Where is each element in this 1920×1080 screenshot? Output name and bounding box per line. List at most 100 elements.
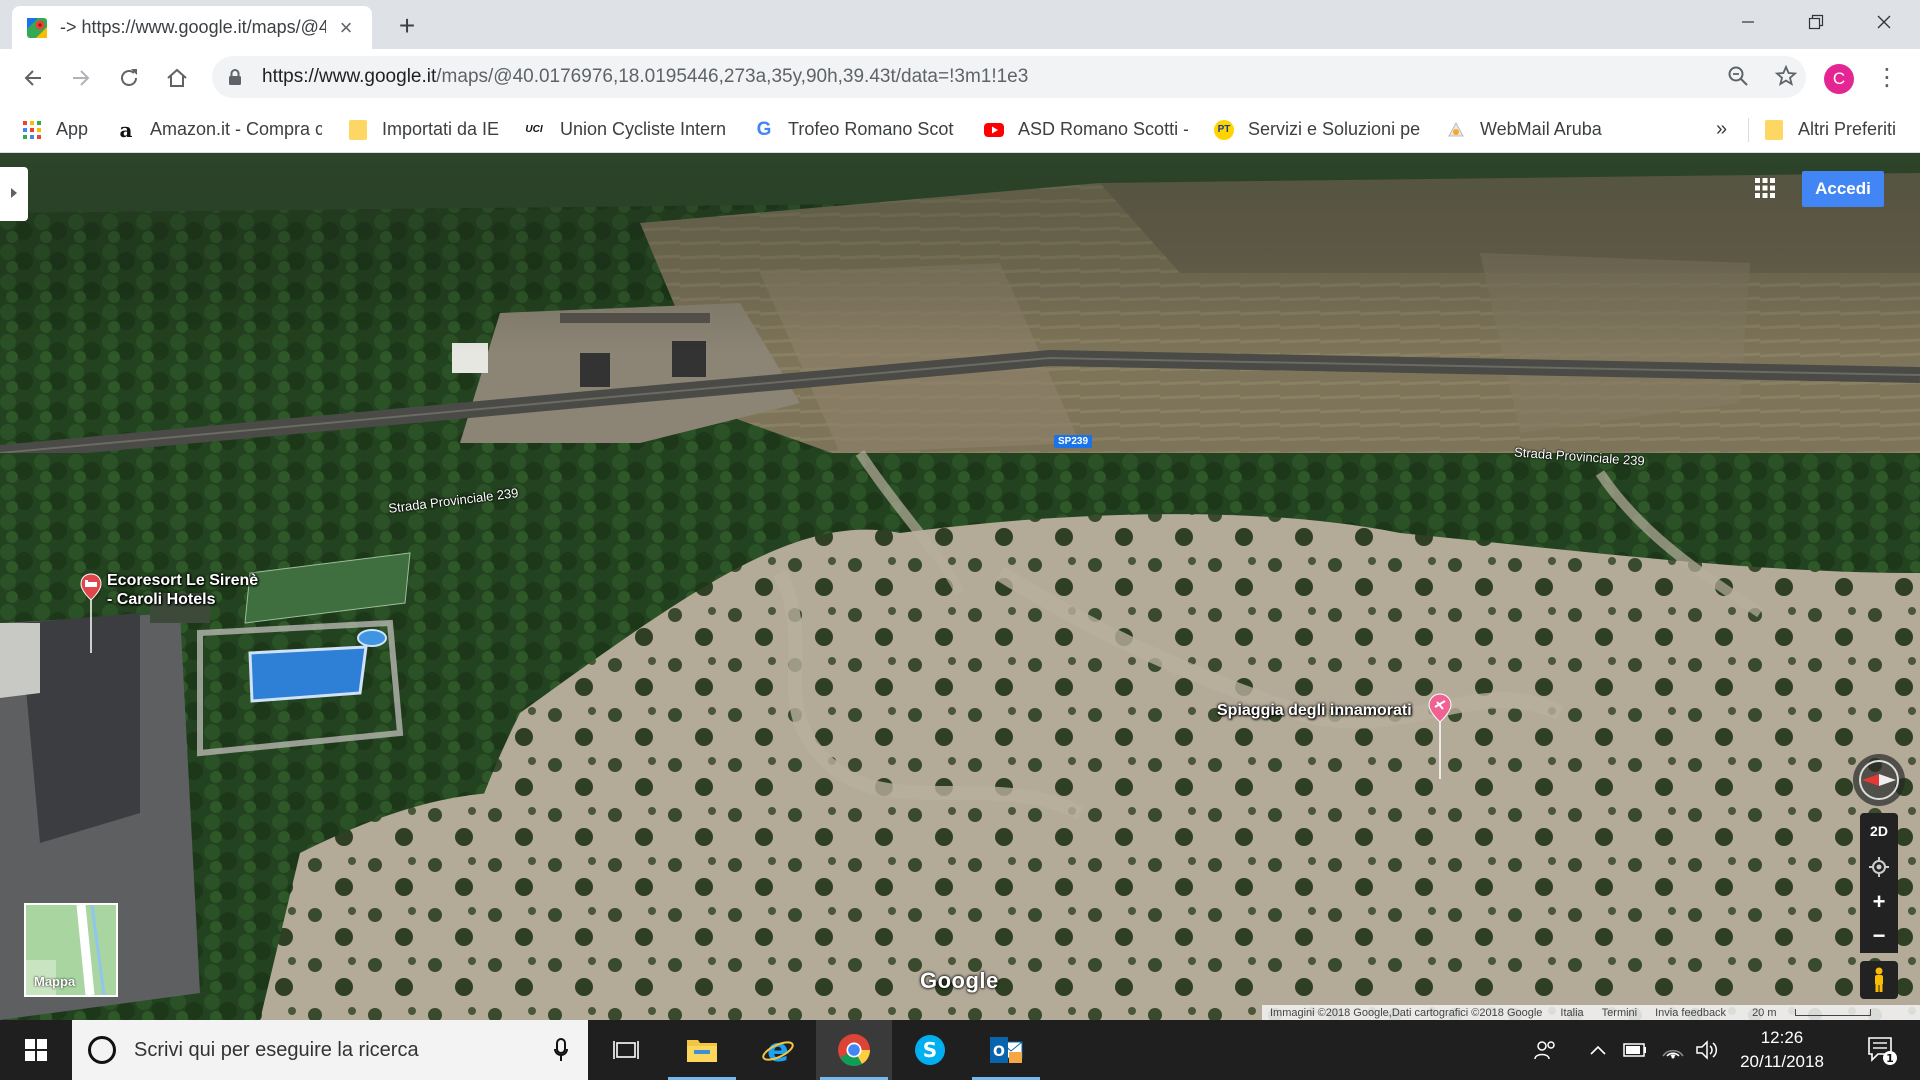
scale-label: 20 m: [1752, 1006, 1777, 1019]
chrome-menu-icon[interactable]: ⋮: [1872, 61, 1902, 95]
beach-label[interactable]: Spiaggia degli innamorati: [1217, 701, 1412, 720]
hotel-label-line2[interactable]: - Caroli Hotels: [107, 590, 215, 609]
back-button[interactable]: [16, 61, 50, 95]
compass-icon[interactable]: [1852, 753, 1906, 807]
terms-link[interactable]: Termini: [1602, 1007, 1637, 1019]
side-panel-toggle[interactable]: [0, 167, 28, 221]
uci-icon: UCI: [525, 124, 543, 135]
restore-icon: [1808, 14, 1824, 30]
bookmark-label: App: [56, 119, 89, 139]
beach-pin-icon[interactable]: [1428, 693, 1452, 779]
task-view-button[interactable]: [588, 1020, 664, 1080]
my-location-button[interactable]: [1860, 849, 1898, 885]
network-button[interactable]: [1658, 1020, 1688, 1080]
scale-line: [1794, 1008, 1871, 1016]
bookmark-servizi[interactable]: PT Servizi e Soluzioni pe: [1214, 106, 1420, 153]
zoom-out-button[interactable]: −: [1860, 919, 1898, 953]
view-2d-button[interactable]: 2D: [1860, 813, 1898, 849]
speaker-icon: [1696, 1040, 1718, 1060]
chevron-up-icon: [1590, 1045, 1606, 1055]
chrome-icon: [838, 1034, 871, 1067]
battery-icon: [1623, 1043, 1646, 1057]
bookmarks-overflow-button[interactable]: »: [1716, 106, 1738, 153]
minimap-label: Mappa: [34, 974, 76, 989]
tab-google-maps[interactable]: -> https://www.google.it/maps/@40.017697…: [12, 6, 372, 49]
taskbar-file-explorer[interactable]: [664, 1020, 740, 1080]
notification-count: 1: [1886, 1052, 1894, 1065]
forward-button[interactable]: [64, 61, 98, 95]
file-explorer-icon: [687, 1040, 717, 1062]
home-icon: [167, 68, 187, 87]
taskbar-search[interactable]: Scrivi qui per eseguire la ricerca: [72, 1020, 588, 1080]
volume-button[interactable]: [1692, 1020, 1722, 1080]
map-footer: Immagini ©2018 Google,Dati cartografici …: [1262, 1005, 1920, 1020]
microphone-icon[interactable]: [554, 1038, 568, 1062]
address-bar[interactable]: https://www.google.it/maps/@40.0176976,1…: [212, 56, 1806, 98]
bookmark-aruba[interactable]: WebMail Aruba: [1446, 106, 1616, 153]
bookmark-folder-ie[interactable]: Importati da IE: [348, 106, 506, 153]
url-text[interactable]: https://www.google.it/maps/@40.0176976,1…: [262, 56, 1028, 98]
bookmark-uci[interactable]: UCI Union Cycliste Interna: [522, 106, 726, 153]
taskbar-outlook[interactable]: O: [968, 1020, 1044, 1080]
tab-strip: -> https://www.google.it/maps/@40.017697…: [0, 0, 1920, 49]
satellite-map-canvas[interactable]: Accedi Strada Provinciale 239 Strada Pro…: [0, 153, 1920, 1020]
zoom-icon[interactable]: [1726, 65, 1750, 89]
new-tab-button[interactable]: +: [392, 12, 422, 42]
close-window-button[interactable]: [1852, 0, 1916, 44]
system-clock[interactable]: 12:26 20/11/2018: [1722, 1020, 1842, 1080]
home-button[interactable]: [160, 61, 194, 95]
bookmark-other-folder[interactable]: Altri Preferiti: [1764, 106, 1920, 153]
apps-grid-icon: [23, 120, 41, 139]
hotel-pin-icon[interactable]: [80, 573, 102, 653]
taskbar-skype[interactable]: S: [892, 1020, 968, 1080]
country-link[interactable]: Italia: [1560, 1007, 1583, 1019]
bookmark-asd[interactable]: ASD Romano Scotti -: [984, 106, 1188, 153]
lock-icon[interactable]: [228, 69, 242, 85]
restore-button[interactable]: [1784, 0, 1848, 44]
signin-button[interactable]: Accedi: [1802, 171, 1884, 207]
zoom-in-button[interactable]: +: [1860, 885, 1898, 919]
tab-title: -> https://www.google.it/maps/@40.017697…: [60, 17, 326, 37]
pt-icon: PT: [1214, 119, 1234, 140]
show-hidden-icons-button[interactable]: [1586, 1020, 1610, 1080]
folder-icon: [1764, 119, 1784, 140]
google-apps-icon[interactable]: [1752, 175, 1778, 201]
bookmark-amazon[interactable]: a Amazon.it - Compra c: [116, 106, 322, 153]
cortana-icon: [88, 1036, 116, 1064]
minimize-button[interactable]: [1716, 0, 1780, 44]
start-button[interactable]: [0, 1020, 72, 1080]
action-center-button[interactable]: 1: [1852, 1020, 1912, 1080]
amazon-icon: a: [119, 117, 133, 142]
street-view-pegman-button[interactable]: [1860, 961, 1898, 999]
bookmark-label: Amazon.it - Compra c: [150, 119, 322, 139]
bookmark-trofeo[interactable]: G Trofeo Romano Scotti: [754, 106, 954, 153]
bookmark-label: Trofeo Romano Scotti: [788, 119, 954, 139]
url-tld: it: [426, 66, 437, 87]
profile-avatar[interactable]: C: [1824, 64, 1854, 94]
feedback-link[interactable]: Invia feedback: [1655, 1007, 1726, 1019]
taskbar-internet-explorer[interactable]: e: [740, 1020, 816, 1080]
bookmark-label: ASD Romano Scotti -: [1018, 119, 1188, 139]
clock-time: 12:26: [1760, 1028, 1804, 1047]
task-view-icon: [613, 1041, 639, 1059]
map-type-toggle[interactable]: Mappa: [24, 903, 118, 997]
scale-bar[interactable]: 20 m: [1744, 1007, 1880, 1019]
bookmark-app[interactable]: App: [22, 106, 102, 153]
satellite-imagery[interactable]: [0, 153, 1920, 1020]
url-path: /maps/@40.0176976,18.0195446,273a,35y,90…: [436, 66, 1029, 87]
hotel-label-line1[interactable]: Ecoresort Le Sirenè: [107, 571, 258, 590]
reload-button[interactable]: [112, 61, 146, 95]
bookmark-label: Altri Preferiti: [1798, 119, 1897, 139]
battery-button[interactable]: [1620, 1020, 1650, 1080]
folder-icon: [348, 119, 368, 140]
windows-taskbar: Scrivi qui per eseguire la ricerca e S O…: [0, 1020, 1920, 1080]
reload-icon: [121, 69, 137, 86]
url-host: https://www.google.: [262, 66, 427, 87]
bookmark-star-icon[interactable]: [1774, 64, 1798, 89]
arrow-left-icon: [24, 70, 41, 86]
people-button[interactable]: [1530, 1020, 1560, 1080]
bookmark-label: WebMail Aruba: [1480, 119, 1602, 139]
tab-close-icon[interactable]: ×: [334, 15, 358, 40]
taskbar-chrome[interactable]: [816, 1020, 892, 1080]
road-shield: SP239: [1054, 435, 1093, 448]
